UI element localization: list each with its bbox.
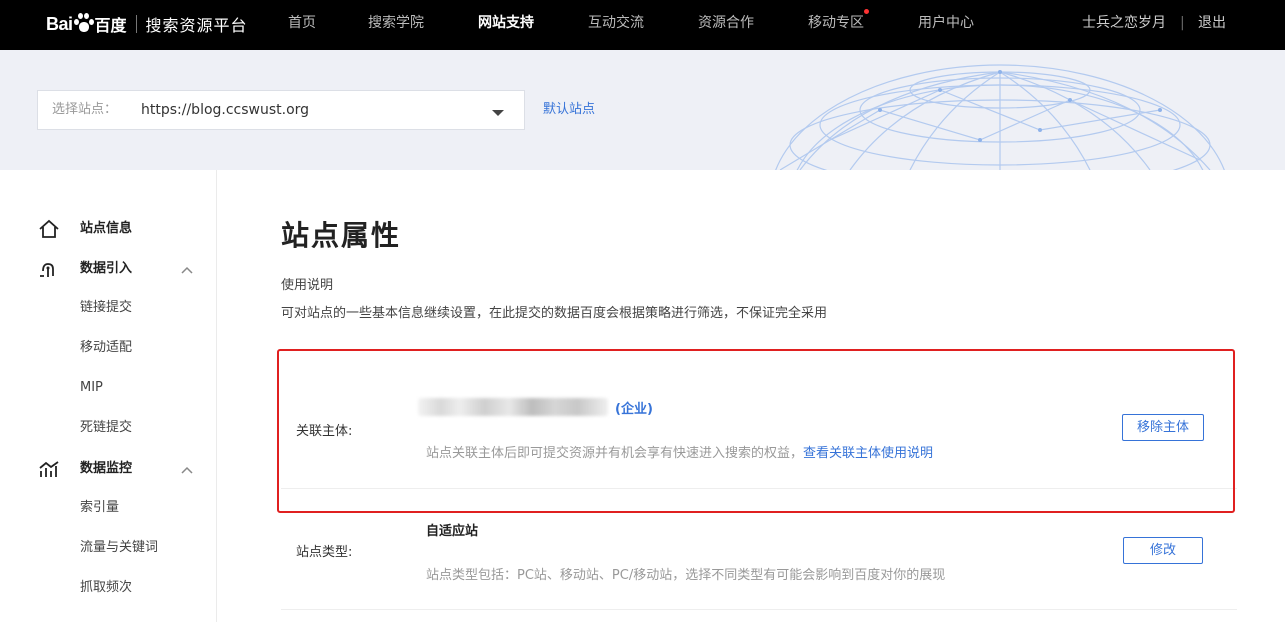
chevron-up-icon (181, 466, 193, 474)
row-divider (281, 609, 1237, 610)
help-heading: 使用说明 (281, 278, 334, 293)
site-select-dropdown[interactable]: 选择站点： https://blog.ccswust.org (37, 90, 525, 130)
site-select-value: https://blog.ccswust.org (141, 102, 310, 118)
page-title: 站点属性 (281, 219, 402, 252)
nav-site-support[interactable]: 网站支持 (478, 0, 534, 50)
sidebar-group-label: 数据监控 (80, 461, 133, 476)
chevron-up-icon (181, 266, 193, 274)
monitor-chart-icon (39, 461, 59, 477)
sidebar-group-data-monitor[interactable]: 数据监控 (0, 454, 217, 484)
site-type-label: 站点类型: (296, 545, 353, 560)
site-type-description: 站点类型包括：PC站、移动站、PC/移动站，选择不同类型有可能会影响到百度对你的… (426, 568, 946, 583)
username-link[interactable]: 士兵之恋岁月 (1082, 0, 1166, 50)
sidebar-group-label: 数据引入 (80, 261, 133, 276)
top-navigation-bar: Bai 百度 搜索资源平台 首页 搜索学院 网站支持 互动交流 资源合作 移动专… (0, 0, 1285, 50)
paw-icon (73, 12, 94, 32)
logo-bai-text: Bai (46, 13, 73, 34)
nav-search-academy[interactable]: 搜索学院 (368, 0, 424, 50)
sidebar: 站点信息 数据引入 链接提交 移动适配 MIP 死链提交 数据监控 索引量 流量… (0, 170, 217, 622)
nav-user-center[interactable]: 用户中心 (918, 0, 974, 50)
sidebar-item-traffic-keywords[interactable]: 流量与关键词 (80, 538, 158, 558)
site-selector-banner: 选择站点： https://blog.ccswust.org 默认站点 (0, 50, 1285, 170)
nav-mobile-zone-label: 移动专区 (808, 15, 864, 31)
data-import-icon (40, 263, 54, 277)
help-text: 可对站点的一些基本信息继续设置，在此提交的数据百度会根据策略进行筛选，不保证完全… (281, 306, 828, 321)
logo-du-text: 百度 (94, 16, 127, 35)
sidebar-item-link-submit[interactable]: 链接提交 (80, 298, 132, 318)
edit-site-type-button[interactable]: 修改 (1123, 537, 1203, 564)
globe-decoration-icon (775, 64, 1225, 170)
dropdown-arrow-icon (492, 110, 504, 116)
site-select-label: 选择站点： (52, 102, 118, 117)
sidebar-item-mip[interactable]: MIP (80, 378, 103, 398)
baidu-logo[interactable]: Bai 百度 搜索资源平台 (46, 10, 248, 38)
nav-resource-cooperation[interactable]: 资源合作 (698, 0, 754, 50)
user-separator: | (1180, 15, 1185, 31)
nav-interaction[interactable]: 互动交流 (588, 0, 644, 50)
highlight-box (277, 349, 1235, 513)
home-icon (39, 219, 59, 238)
default-site-link[interactable]: 默认站点 (543, 90, 595, 130)
logo-divider (135, 15, 137, 33)
sidebar-group-data-import[interactable]: 数据引入 (0, 254, 217, 284)
sidebar-item-mobile-adapt[interactable]: 移动适配 (80, 338, 132, 358)
site-type-value: 自适应站 (426, 524, 479, 539)
platform-title: 搜索资源平台 (145, 16, 248, 35)
sidebar-item-crawl-frequency[interactable]: 抓取频次 (80, 578, 132, 598)
sidebar-item-site-info[interactable]: 站点信息 (0, 214, 217, 244)
nav-home[interactable]: 首页 (288, 0, 316, 50)
sidebar-item-dead-link[interactable]: 死链提交 (80, 418, 132, 438)
notification-dot (864, 9, 869, 14)
sidebar-item-label: 站点信息 (80, 221, 133, 236)
sidebar-item-index-volume[interactable]: 索引量 (80, 498, 119, 518)
logout-link[interactable]: 退出 (1198, 0, 1226, 50)
nav-mobile-zone[interactable]: 移动专区 (808, 0, 869, 50)
